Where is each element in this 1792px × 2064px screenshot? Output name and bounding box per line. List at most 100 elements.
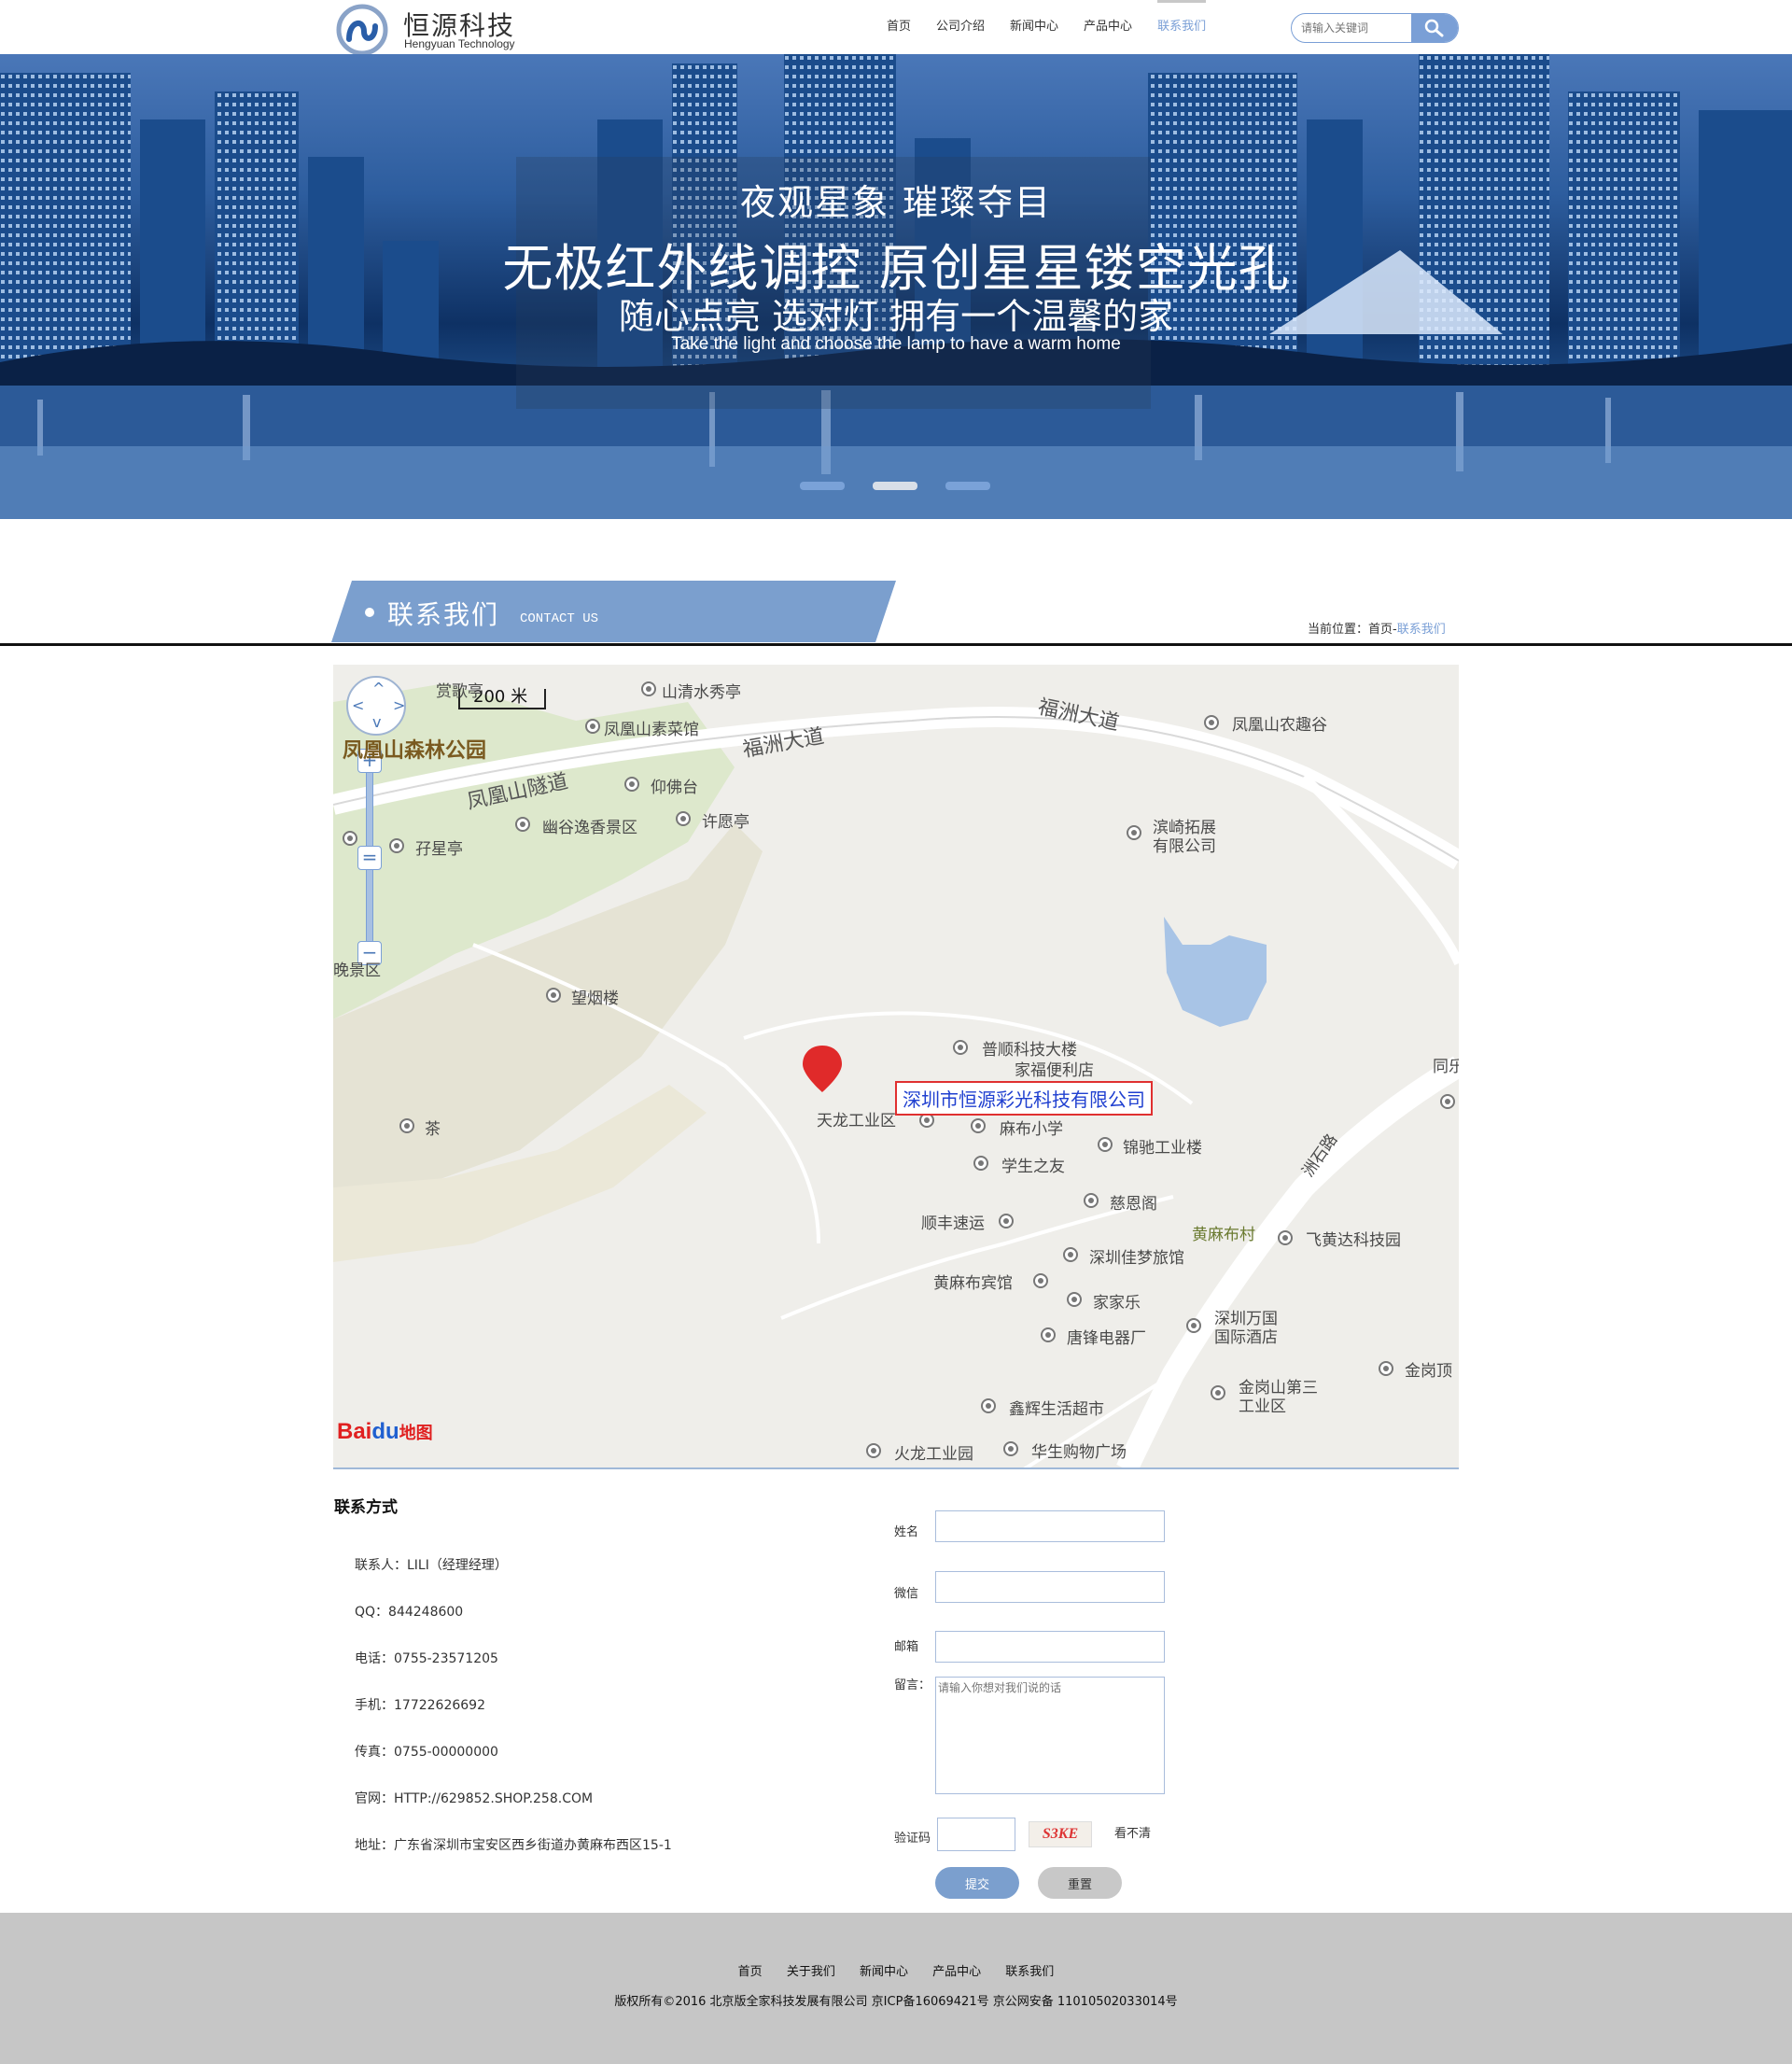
map-label: 黄麻布宾馆 bbox=[933, 1274, 1013, 1293]
map-poi bbox=[1211, 1385, 1225, 1400]
map-poi bbox=[1127, 825, 1141, 840]
map-label: 鑫辉生活超市 bbox=[1009, 1400, 1104, 1419]
search-button[interactable] bbox=[1411, 14, 1458, 42]
footer-link-about[interactable]: 关于我们 bbox=[787, 1961, 835, 1979]
captcha-refresh-link[interactable]: 看不清 bbox=[1114, 1823, 1151, 1841]
footer-link-products[interactable]: 产品中心 bbox=[932, 1961, 981, 1979]
copyright-text: 版权所有©2016 北京版全家科技发展有限公司 京ICP备16069421号 京… bbox=[614, 1995, 1178, 2009]
map-label: 国际酒店 bbox=[1214, 1328, 1278, 1347]
nav-contact[interactable]: 联系我们 bbox=[1157, 0, 1207, 54]
captcha-field[interactable] bbox=[937, 1818, 1015, 1851]
map-label: 麻布小学 bbox=[1000, 1120, 1063, 1139]
name-field[interactable] bbox=[935, 1510, 1165, 1542]
banner-line-1: 夜观星象 璀璨夺目 bbox=[739, 182, 1053, 223]
captcha-image[interactable]: S3KE bbox=[1029, 1821, 1092, 1847]
map-poi bbox=[676, 811, 691, 826]
baidu-map-logo: Baidu地图 bbox=[337, 1419, 433, 1444]
footer-link-news[interactable]: 新闻中心 bbox=[860, 1961, 908, 1979]
map-label: 学生之友 bbox=[1001, 1158, 1065, 1176]
map-poi bbox=[953, 1040, 968, 1055]
map-label: 华生购物广场 bbox=[1031, 1443, 1127, 1462]
contact-address: 地址：广东省深圳市宝安区西乡街道办黄麻布西区15-1 bbox=[355, 1838, 672, 1853]
map-poi bbox=[1063, 1247, 1078, 1262]
slider-dot[interactable] bbox=[945, 482, 990, 490]
map-label: 茶 bbox=[425, 1120, 441, 1139]
map-label: 唐锋电器厂 bbox=[1067, 1329, 1146, 1348]
contact-website: 官网：HTTP://629852.SHOP.258.COM bbox=[355, 1791, 594, 1806]
reset-button[interactable]: 重置 bbox=[1038, 1867, 1122, 1899]
map-poi bbox=[389, 838, 404, 853]
map-label: 深圳佳梦旅馆 bbox=[1089, 1249, 1184, 1268]
message-label: 留言： bbox=[894, 1678, 931, 1692]
contact-qq: QQ：844248600 bbox=[355, 1605, 464, 1620]
map-pan-control[interactable]: ^ < > v bbox=[346, 676, 406, 736]
chevron-left-icon[interactable]: < bbox=[352, 696, 364, 714]
bullet-icon bbox=[365, 608, 374, 617]
search-input[interactable] bbox=[1292, 14, 1411, 42]
map-label: 家家乐 bbox=[1093, 1294, 1141, 1313]
map-poi bbox=[1003, 1441, 1018, 1456]
map-label: 同乐 bbox=[1433, 1058, 1459, 1076]
section-divider bbox=[0, 643, 1792, 646]
wechat-label: 微信 bbox=[894, 1587, 919, 1601]
submit-button[interactable]: 提交 bbox=[935, 1867, 1019, 1899]
hero-banner: 夜观星象 璀璨夺目 无极红外线调控 原创星星镂空光孔 随心点亮 选对灯 拥有一个… bbox=[0, 54, 1792, 519]
map-poi bbox=[1098, 1137, 1113, 1152]
footer-link-contact[interactable]: 联系我们 bbox=[1005, 1961, 1054, 1979]
map-poi bbox=[866, 1443, 881, 1458]
map-poi bbox=[1379, 1361, 1393, 1376]
email-field[interactable] bbox=[935, 1631, 1165, 1663]
nav-products[interactable]: 产品中心 bbox=[1084, 0, 1132, 54]
map-label: 顺丰速运 bbox=[921, 1215, 985, 1233]
map-poi bbox=[1186, 1318, 1201, 1333]
message-field[interactable] bbox=[935, 1677, 1165, 1794]
map-label: 慈恩阁 bbox=[1110, 1195, 1157, 1214]
logo-english-name: Hengyuan Technology bbox=[404, 37, 515, 50]
map-poi bbox=[1440, 1094, 1455, 1109]
message-form: 姓名 微信 邮箱 留言： 验证码 S3KE 看不清 提交 重置 bbox=[894, 1503, 1267, 1914]
banner-english-line: Take the light and choose the lamp to ha… bbox=[671, 334, 1121, 354]
nav-home[interactable]: 首页 bbox=[887, 0, 911, 54]
section-subtitle: CONTACT US bbox=[520, 611, 599, 626]
chevron-up-icon[interactable]: ^ bbox=[372, 680, 385, 697]
breadcrumb-current[interactable]: 联系我们 bbox=[1397, 623, 1446, 637]
map-poi bbox=[1041, 1327, 1056, 1342]
nav-company[interactable]: 公司介绍 bbox=[936, 0, 985, 54]
chevron-down-icon[interactable]: v bbox=[372, 713, 381, 731]
map-zoom-control: + = − bbox=[357, 749, 382, 965]
slider-dot[interactable] bbox=[800, 482, 845, 490]
site-logo[interactable]: 恒源科技 Hengyuan Technology bbox=[336, 4, 541, 56]
footer-link-home[interactable]: 首页 bbox=[738, 1961, 763, 1979]
nav-news[interactable]: 新闻中心 bbox=[1010, 0, 1058, 54]
map-label: 晚景区 bbox=[333, 962, 381, 980]
site-header: 恒源科技 Hengyuan Technology 首页 公司介绍 新闻中心 产品… bbox=[0, 0, 1792, 56]
map-poi bbox=[971, 1118, 986, 1133]
contact-heading: 联系方式 bbox=[334, 1498, 398, 1517]
map-label: 仰佛台 bbox=[651, 779, 698, 797]
map-label: 有限公司 bbox=[1153, 837, 1216, 856]
logo-mark-icon bbox=[336, 4, 388, 56]
map-label: 锦驰工业楼 bbox=[1123, 1139, 1202, 1158]
email-label: 邮箱 bbox=[894, 1640, 919, 1654]
zoom-handle[interactable]: = bbox=[357, 846, 382, 870]
map-poi bbox=[343, 831, 357, 846]
map-poi bbox=[1084, 1193, 1099, 1208]
name-label: 姓名 bbox=[894, 1525, 919, 1539]
slider-dot[interactable] bbox=[873, 482, 917, 490]
company-location-label[interactable]: 深圳市恒源彩光科技有限公司 bbox=[895, 1081, 1153, 1116]
map-poi bbox=[1033, 1273, 1048, 1288]
breadcrumb: 当前位置：首页-联系我们 bbox=[1308, 619, 1446, 637]
map-poi bbox=[973, 1156, 988, 1171]
section-title: 联系我们 bbox=[387, 599, 500, 630]
map-label: 家福便利店 bbox=[1015, 1061, 1094, 1080]
map-poi bbox=[981, 1398, 996, 1413]
location-map[interactable]: ^ < > v + = − 200 米 凤凰山森林公园 福洲大道 福洲大道 凤凰… bbox=[333, 665, 1459, 1469]
breadcrumb-prefix[interactable]: 当前位置：首页- bbox=[1308, 623, 1397, 637]
map-label: 工业区 bbox=[1239, 1397, 1286, 1416]
banner-line-3: 随心点亮 选对灯 拥有一个温馨的家 bbox=[618, 296, 1174, 337]
wechat-field[interactable] bbox=[935, 1571, 1165, 1603]
map-poi bbox=[641, 681, 656, 696]
contact-fax: 传真：0755-00000000 bbox=[355, 1745, 498, 1760]
chevron-right-icon[interactable]: > bbox=[393, 696, 405, 714]
map-label: 幽谷逸香景区 bbox=[542, 819, 637, 837]
